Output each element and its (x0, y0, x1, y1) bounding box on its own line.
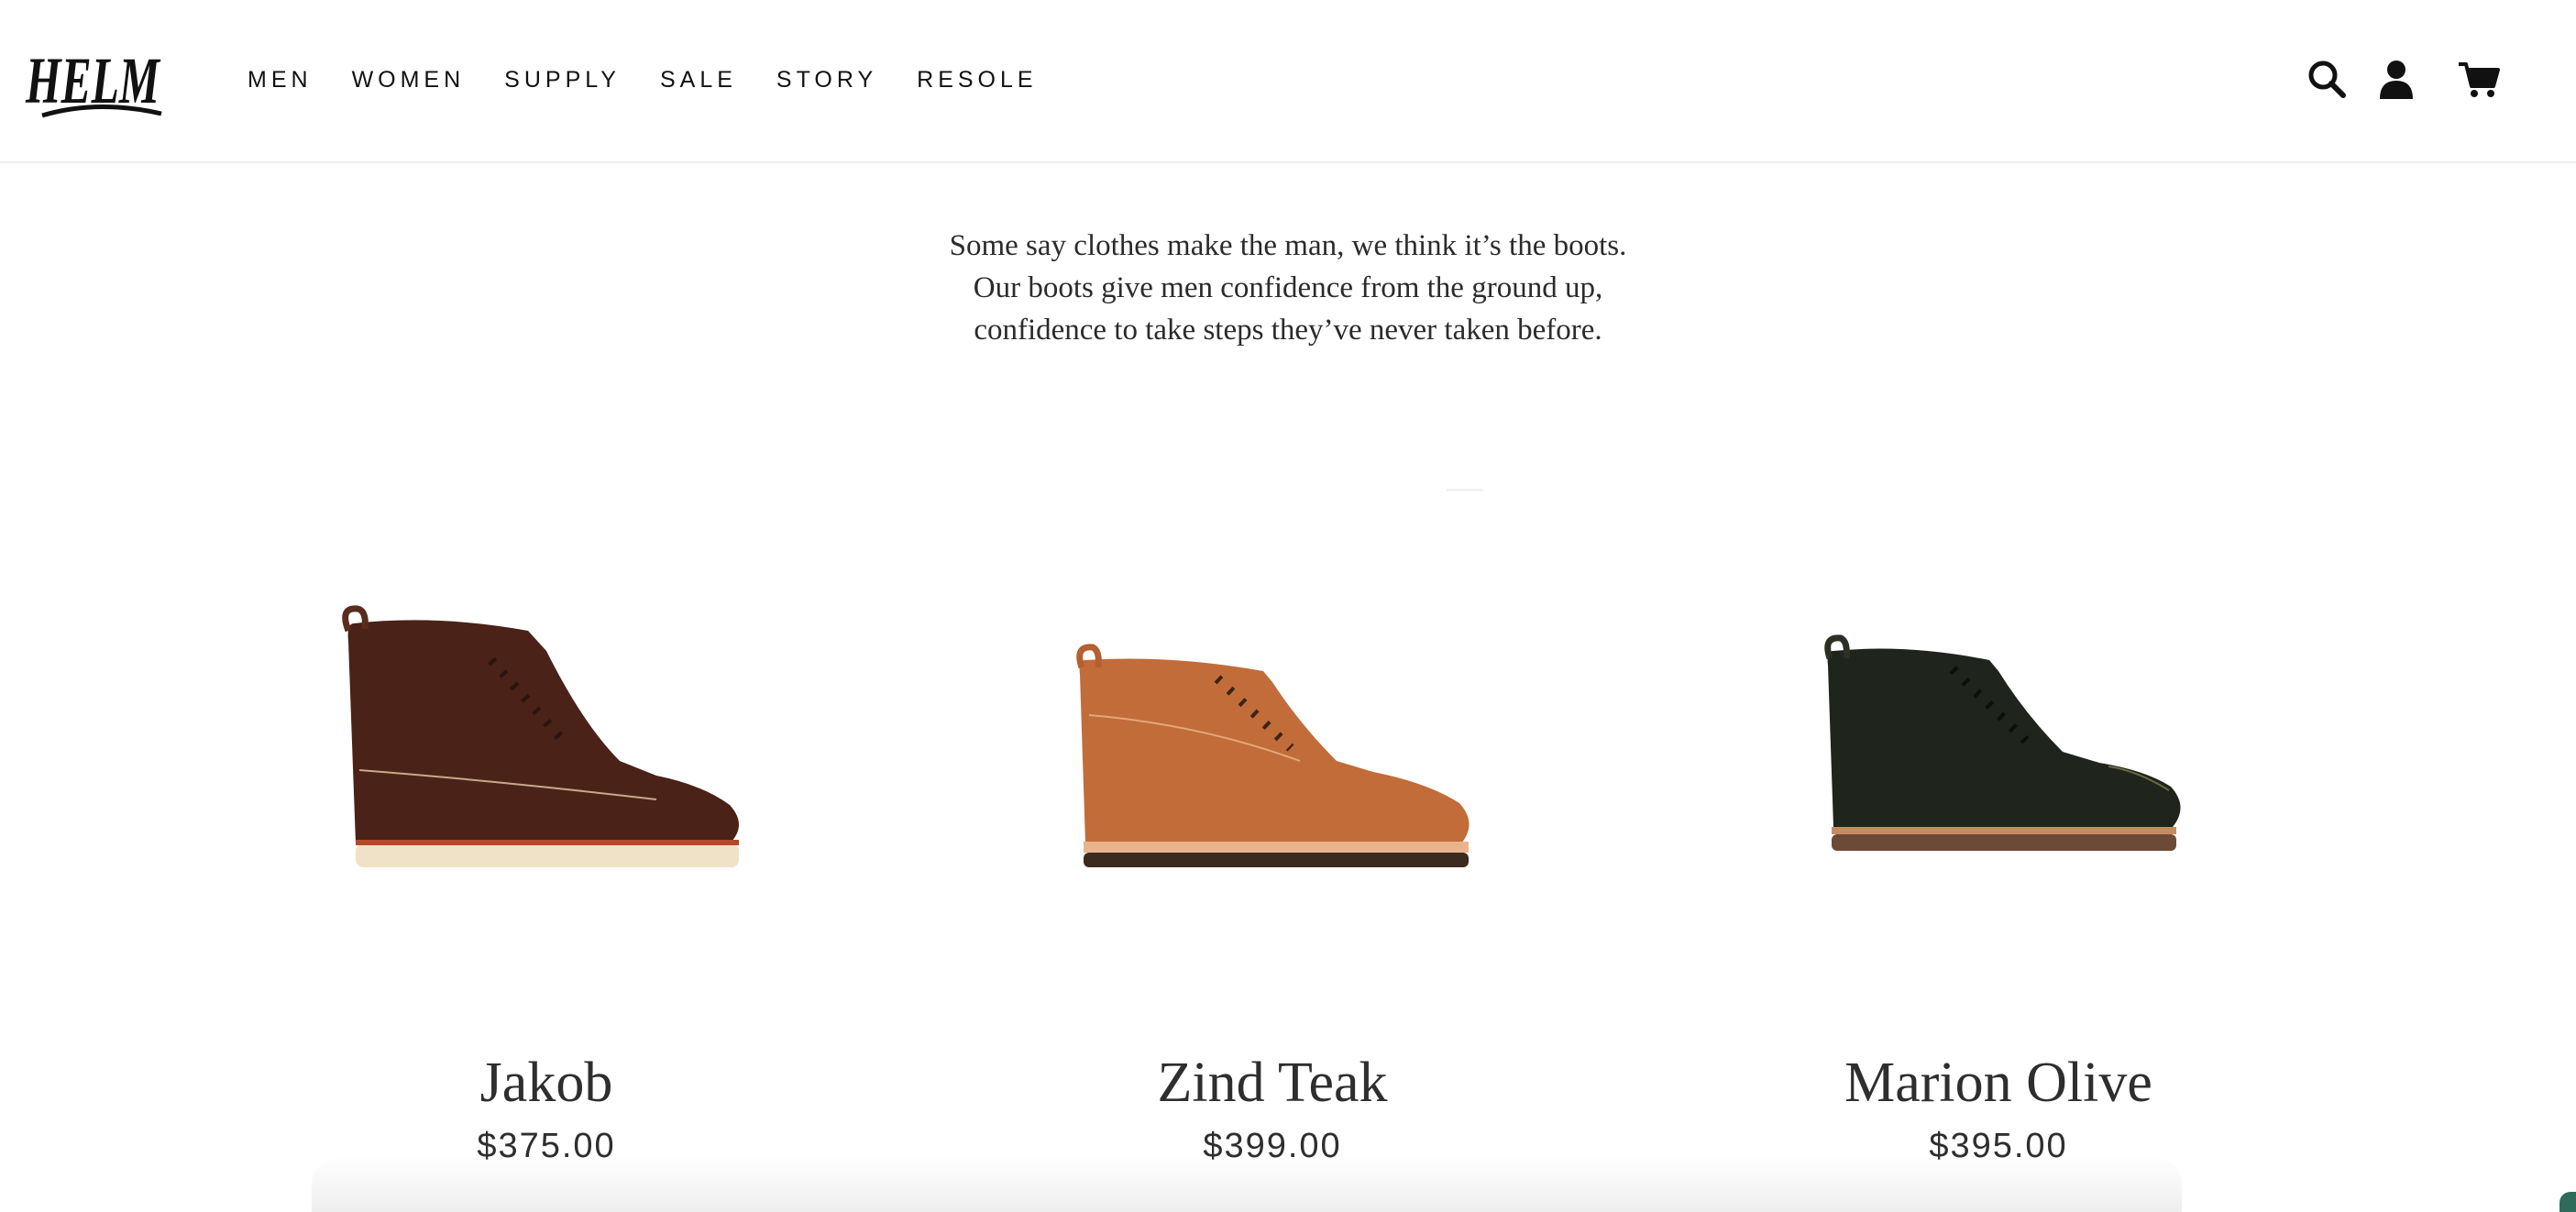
boot-image (342, 605, 739, 867)
corner-accent (2559, 1192, 2576, 1212)
site-header: HELM MEN WOMEN SUPPLY SALE STORY RESOLE (0, 0, 2576, 163)
nav-item-sale[interactable]: SALE (660, 64, 737, 95)
product-name[interactable]: Jakob (271, 1050, 821, 1116)
product-card-zind-teak[interactable]: Zind Teak $399.00 (997, 587, 1547, 1192)
main-nav: MEN WOMEN SUPPLY SALE STORY RESOLE (248, 64, 1077, 95)
product-name[interactable]: Marion Olive (1723, 1050, 2273, 1116)
intro-line-1: Some say clothes make the man, we think … (949, 229, 1627, 262)
intro-text: Some say clothes make the man, we think … (0, 225, 2576, 351)
nav-item-story[interactable]: STORY (776, 64, 877, 95)
search-icon[interactable] (2305, 57, 2349, 101)
cart-icon[interactable] (2457, 57, 2501, 101)
divider (1447, 489, 1483, 491)
nav-item-resole[interactable]: RESOLE (917, 64, 1037, 95)
boot-image (1824, 634, 2181, 851)
intro-line-2: Our boots give men confidence from the g… (973, 271, 1603, 304)
product-name[interactable]: Zind Teak (997, 1050, 1547, 1116)
bottom-shade (312, 1157, 2182, 1212)
product-card-marion-olive[interactable]: Marion Olive $395.00 (1723, 587, 2273, 1192)
product-card-jakob[interactable]: Jakob $375.00 (271, 587, 821, 1192)
nav-item-men[interactable]: MEN (248, 64, 313, 95)
nav-item-women[interactable]: WOMEN (352, 64, 466, 95)
nav-item-supply[interactable]: SUPPLY (504, 64, 621, 95)
intro-line-3: confidence to take steps they’ve never t… (974, 314, 1602, 347)
account-icon[interactable] (2374, 57, 2418, 101)
helm-logo[interactable]: HELM (24, 35, 163, 123)
boot-image (1076, 644, 1470, 867)
